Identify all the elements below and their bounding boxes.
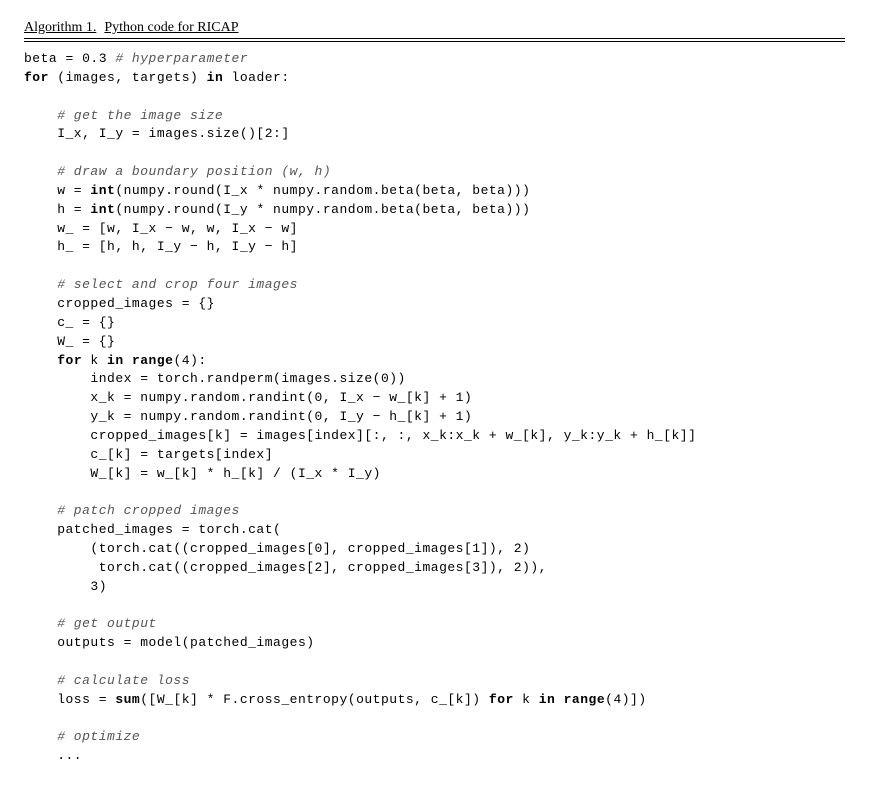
code-line: ... xyxy=(24,748,82,763)
algorithm-title: Python code for RICAP xyxy=(104,20,238,36)
code-line: torch.cat((cropped_images[2], cropped_im… xyxy=(24,560,547,575)
code-line: 3) xyxy=(24,579,107,594)
code-line: h = int(numpy.round(I_y * numpy.random.b… xyxy=(24,202,530,217)
code-line: for k in range(4): xyxy=(24,353,207,368)
algorithm-header: Algorithm 1. Python code for RICAP xyxy=(24,20,845,39)
code-line: # optimize xyxy=(24,729,140,744)
code-line: y_k = numpy.random.randint(0, I_y − h_[k… xyxy=(24,409,472,424)
code-line: W_[k] = w_[k] * h_[k] / (I_x * I_y) xyxy=(24,466,381,481)
algorithm-label: Algorithm 1. xyxy=(24,20,96,36)
code-line: # get output xyxy=(24,616,157,631)
code-line: patched_images = torch.cat( xyxy=(24,522,281,537)
code-line: c_[k] = targets[index] xyxy=(24,447,273,462)
code-line: W_ = {} xyxy=(24,334,115,349)
code-line: (torch.cat((cropped_images[0], cropped_i… xyxy=(24,541,530,556)
code-line: # draw a boundary position (w, h) xyxy=(24,164,331,179)
horizontal-rule xyxy=(24,41,845,42)
code-line: index = torch.randperm(images.size(0)) xyxy=(24,371,406,386)
code-line: # get the image size xyxy=(24,108,223,123)
code-line: c_ = {} xyxy=(24,315,115,330)
code-line: cropped_images = {} xyxy=(24,296,215,311)
code-line: outputs = model(patched_images) xyxy=(24,635,315,650)
code-line: I_x, I_y = images.size()[2:] xyxy=(24,126,290,141)
code-line: for (images, targets) in loader: xyxy=(24,70,290,85)
code-line: # patch cropped images xyxy=(24,503,240,518)
code-line: w_ = [w, I_x − w, w, I_x − w] xyxy=(24,221,298,236)
code-line: h_ = [h, h, I_y − h, I_y − h] xyxy=(24,239,298,254)
code-line: w = int(numpy.round(I_x * numpy.random.b… xyxy=(24,183,530,198)
code-line: # calculate loss xyxy=(24,673,190,688)
code-line: x_k = numpy.random.randint(0, I_x − w_[k… xyxy=(24,390,472,405)
code-line: # select and crop four images xyxy=(24,277,298,292)
code-line: beta = 0.3 # hyperparameter xyxy=(24,51,248,66)
code-line: cropped_images[k] = images[index][:, :, … xyxy=(24,428,696,443)
code-line: loss = sum([W_[k] * F.cross_entropy(outp… xyxy=(24,692,647,707)
code-listing: beta = 0.3 # hyperparameter for (images,… xyxy=(24,50,845,766)
